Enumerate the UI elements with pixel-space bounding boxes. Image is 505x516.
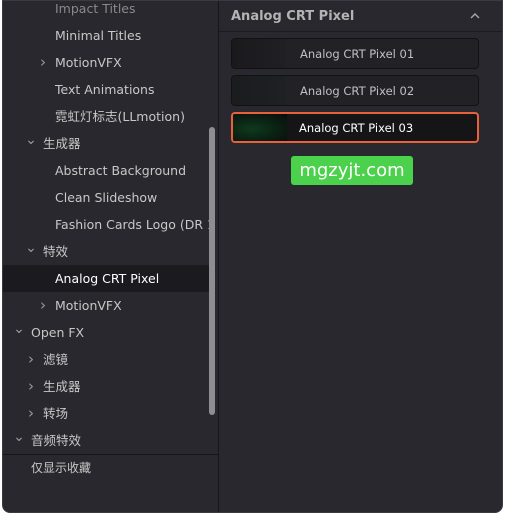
tree-scrollbar-thumb[interactable] [209,127,215,415]
tree-item-label: 生成器 [43,136,81,151]
tree-item-label: 霓虹灯标志(LLmotion) [55,109,185,124]
tree-item-label: Fashion Cards Logo (DR 1… [55,217,209,232]
tree-item-label: Open FX [31,325,85,340]
clip-name: Analog CRT Pixel 01 [300,46,415,61]
tree-item[interactable]: Clean Slideshow [3,184,209,211]
tree-item[interactable]: › 转场 [3,400,209,427]
chevron-right-icon[interactable]: › [37,292,49,319]
tree-item-label: MotionVFX [55,55,122,70]
tree-item-label: Clean Slideshow [55,190,158,205]
tree-item[interactable]: ⌄ Open FX [3,319,209,346]
chevron-right-icon[interactable]: › [25,373,37,400]
tree-item-label: 滤镜 [43,352,69,367]
tree-item[interactable]: ⌄ 特效 [3,238,209,265]
chevron-up-icon[interactable] [467,8,483,24]
effects-library-panel: Impact Titles Minimal Titles › MotionVFX Tex… [2,0,503,513]
tree-item-label: Text Animations [55,82,155,97]
tree-item[interactable]: 霓虹灯标志(LLmotion) [3,103,209,130]
effect-clip[interactable]: Analog CRT Pixel 02 [231,75,479,106]
clip-name: Analog CRT Pixel 02 [300,83,415,98]
watermark: mgzyjt.com [291,156,413,185]
chevron-down-icon[interactable]: ⌄ [13,427,25,454]
tree-item[interactable]: Minimal Titles [3,22,209,49]
tree-item-label: MotionVFX [55,298,122,313]
tree-item-label: 转场 [43,406,69,421]
tree-item[interactable]: Fashion Cards Logo (DR 1… [3,211,209,238]
show-favorites-only-toggle[interactable]: 仅显示收藏 [31,459,91,476]
tree-item[interactable]: › MotionVFX [3,292,209,319]
clip-thumbnail [232,39,286,68]
tree-item-label: Minimal Titles [55,28,142,43]
favorites-divider [3,454,218,455]
chevron-right-icon[interactable]: › [37,49,49,76]
tree-item[interactable]: › MotionVFX [3,49,209,76]
tree-item-label: 生成器 [43,379,81,394]
tree-item[interactable]: Analog CRT Pixel [3,265,209,292]
tree-item[interactable]: Text Animations [3,76,209,103]
tree-item-label: 音频特效 [31,433,82,448]
section-header-divider [219,31,502,32]
tree-item[interactable]: Impact Titles [3,1,209,22]
clip-thumbnail [232,76,286,105]
tree-item[interactable]: › 生成器 [3,373,209,400]
chevron-down-icon[interactable]: ⌄ [25,238,37,265]
chevron-down-icon[interactable]: ⌄ [13,319,25,346]
chevron-right-icon[interactable]: › [25,346,37,373]
effects-content: Analog CRT Pixel Analog CRT Pixel 01 Anal… [219,1,502,512]
chevron-right-icon[interactable]: › [25,400,37,427]
chevron-down-icon[interactable]: ⌄ [25,130,37,157]
tree-item[interactable]: › 滤镜 [3,346,209,373]
tree-item[interactable]: ⌄ 音频特效 [3,427,209,454]
effect-clip[interactable]: Analog CRT Pixel 03 [231,112,479,143]
effects-tree: Impact Titles Minimal Titles › MotionVFX Tex… [3,1,218,454]
effect-clip[interactable]: Analog CRT Pixel 01 [231,38,479,69]
clip-thumbnail [233,114,287,141]
tree-item-label: Abstract Background [55,163,187,178]
tree-item[interactable]: ⌄ 生成器 [3,130,209,157]
section-title: Analog CRT Pixel [231,9,355,24]
clip-name: Analog CRT Pixel 03 [299,120,414,135]
tree-item-label: 特效 [43,244,69,259]
tree-item-label: Analog CRT Pixel [55,271,160,286]
tree-item[interactable]: Abstract Background [3,157,209,184]
tree-item-label: Impact Titles [55,1,136,16]
